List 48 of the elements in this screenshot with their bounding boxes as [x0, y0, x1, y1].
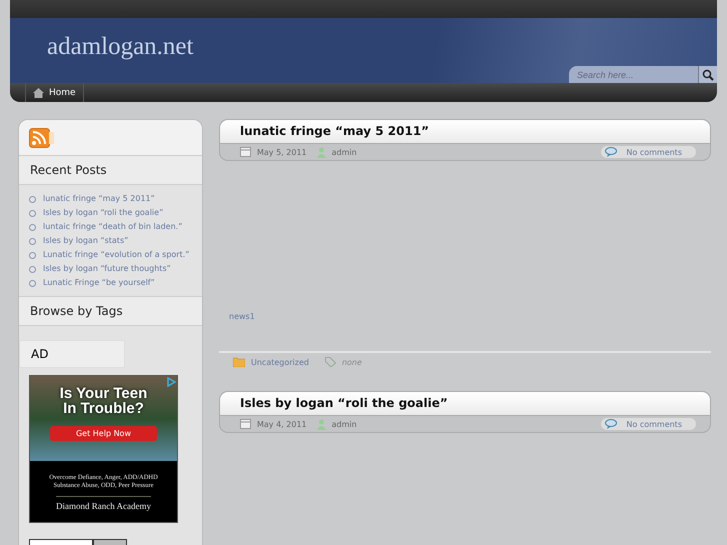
bullet-icon [29, 252, 36, 258]
ad-button[interactable]: Get Help Now [50, 426, 157, 441]
ad-headline: In Trouble? [63, 401, 144, 416]
widget-title: AD [19, 340, 125, 368]
post-author[interactable]: admin [332, 420, 357, 428]
recent-post-link[interactable]: Isles by logan “future thoughts” [43, 262, 171, 276]
folder-icon [233, 357, 245, 367]
play-icon [167, 377, 176, 387]
rss-icon[interactable] [29, 128, 55, 148]
widget-title: Browse by Tags [19, 296, 202, 326]
house-icon [33, 88, 44, 98]
site-title[interactable]: adamlogan.net [47, 32, 194, 60]
bullet-icon [29, 224, 36, 230]
post-author[interactable]: admin [332, 148, 357, 156]
calendar-icon [240, 147, 251, 157]
person-icon [316, 146, 326, 158]
post-date: May 4, 2011 [257, 420, 307, 428]
post-body: news1 [229, 312, 255, 321]
bullet-icon [29, 238, 36, 244]
search-field[interactable]: Search here... [569, 66, 698, 83]
person-icon [316, 418, 326, 430]
recent-post-link[interactable]: Lunatic Fringe “be yourself” [43, 276, 155, 290]
search-icon [702, 68, 714, 80]
recent-post-link[interactable]: Isles by logan “roli the goalie” [43, 206, 164, 220]
recent-post-link[interactable]: Lunatic fringe “evolution of a sport.” [43, 248, 190, 262]
speech-bubble-icon [605, 147, 618, 157]
post-date: May 5, 2011 [257, 148, 307, 156]
widget-title: Recent Posts [19, 155, 202, 185]
bullet-icon [29, 196, 36, 202]
search-button[interactable] [698, 66, 717, 83]
recent-post-link[interactable]: luntaic fringe “death of bin laden.” [43, 220, 182, 234]
recent-post-link[interactable]: Isles by logan “stats” [43, 234, 128, 248]
post-title[interactable]: Isles by logan “roli the goalie” [220, 392, 710, 416]
speech-bubble-icon [605, 419, 618, 429]
category-link[interactable]: Uncategorized [251, 358, 309, 366]
post-tags: none [342, 358, 362, 366]
post-title[interactable]: lunatic fringe “may 5 2011” [220, 120, 710, 144]
ad-brand: Diamond Ranch Academy [56, 496, 151, 510]
bullet-icon [29, 280, 36, 286]
recent-post-link[interactable]: lunatic fringe “may 5 2011” [43, 192, 155, 206]
ad-headline: Is Your Teen [60, 386, 148, 401]
tag-icon [324, 357, 336, 367]
bullet-icon [29, 210, 36, 216]
comments-link[interactable]: No comments [601, 146, 696, 158]
comments-link[interactable]: No comments [601, 418, 696, 430]
bullet-icon [29, 266, 36, 272]
calendar-icon [240, 419, 251, 429]
nav-tab[interactable]: Home [25, 83, 84, 102]
